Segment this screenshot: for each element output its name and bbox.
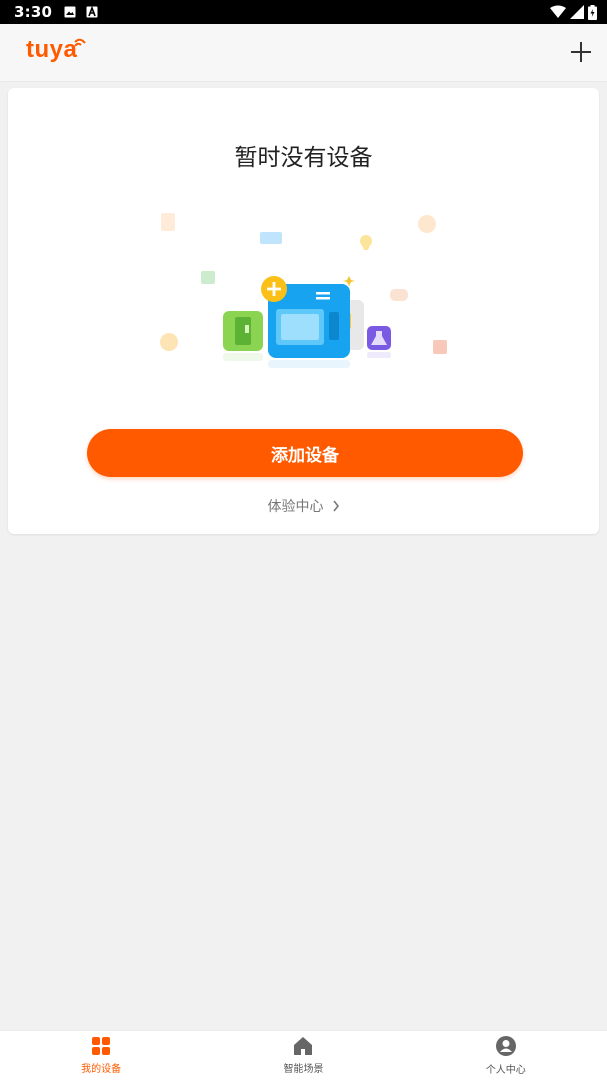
nav-my-devices[interactable]: 我的设备 — [0, 1031, 202, 1080]
nav-smart-scenes[interactable]: 智能场景 — [202, 1031, 404, 1080]
a-notification-icon — [86, 6, 98, 18]
experience-center-label: 体验中心 — [267, 499, 324, 515]
nav-label: 智能场景 — [283, 1064, 324, 1075]
status-time: 3:30 — [14, 3, 53, 21]
logo-signal-icon — [74, 38, 86, 47]
tuya-logo: tuya — [26, 36, 78, 63]
wifi-icon — [550, 5, 566, 18]
signal-icon — [570, 5, 584, 19]
profile-icon — [495, 1036, 516, 1056]
nav-label: 个人中心 — [485, 1065, 526, 1076]
image-notification-icon — [64, 6, 76, 18]
battery-icon — [588, 4, 597, 20]
app-header: tuya — [0, 24, 607, 82]
empty-title: 暂时没有设备 — [234, 145, 373, 171]
empty-devices-illustration — [160, 213, 447, 368]
add-icon[interactable] — [569, 40, 593, 64]
nav-label: 我的设备 — [81, 1064, 122, 1075]
status-bar: 3:30 — [0, 0, 607, 24]
home-icon — [294, 1037, 313, 1055]
empty-device-card: 暂时没有设备 添加设备 体验中心 — [8, 88, 599, 534]
nav-profile[interactable]: 个人中心 — [405, 1031, 607, 1080]
add-device-button[interactable]: 添加设备 — [87, 429, 523, 477]
chevron-right-icon — [332, 500, 339, 512]
bottom-navigation: 我的设备 智能场景 个人中心 — [0, 1030, 607, 1080]
experience-center-link[interactable]: 体验中心 — [8, 496, 599, 516]
grid-icon — [92, 1037, 111, 1055]
